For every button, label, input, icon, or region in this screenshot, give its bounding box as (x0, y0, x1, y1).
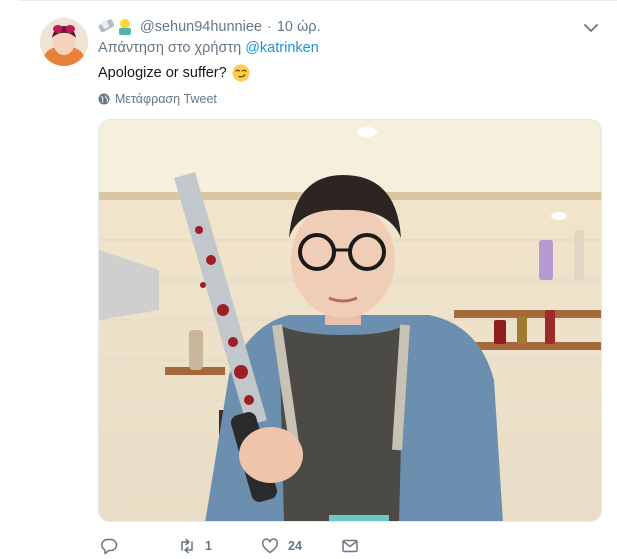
tweet-text: Apologize or suffer? (98, 64, 250, 82)
like-button[interactable]: 24 (261, 536, 302, 556)
translate-label: Μετάφραση Tweet (115, 92, 217, 106)
avatar[interactable] (40, 18, 88, 66)
like-count: 24 (288, 539, 302, 553)
user-handle[interactable]: @sehun94hunniee (140, 19, 262, 35)
tweet-body: Apologize or suffer? (98, 65, 227, 81)
reply-button[interactable] (100, 536, 118, 556)
like-icon (262, 538, 278, 554)
username-emoji-icon (98, 18, 136, 36)
reply-context: Απάντηση στο χρήστη @katrinken (98, 40, 319, 56)
smirk-emoji-icon (232, 64, 250, 82)
tweet-photo[interactable] (98, 119, 602, 522)
retweet-icon (181, 538, 193, 554)
caret-down-icon[interactable] (583, 21, 599, 35)
message-button[interactable] (341, 536, 359, 556)
reply-prefix: Απάντηση στο χρήστη (98, 40, 242, 56)
reply-mention-link[interactable]: @katrinken (245, 40, 319, 56)
tweet-actions: 1 24 (98, 536, 398, 556)
reply-icon (101, 538, 118, 555)
translate-tweet-link[interactable]: Μετάφραση Tweet (98, 92, 217, 106)
message-icon (342, 539, 358, 553)
retweet-count: 1 (205, 539, 212, 553)
globe-icon (98, 93, 110, 105)
separator-dot: · (266, 19, 272, 35)
divider (18, 0, 617, 1)
retweet-button[interactable]: 1 (178, 536, 212, 556)
tweet-timestamp[interactable]: 10 ώρ. (277, 19, 321, 35)
tweet-header: @sehun94hunniee · 10 ώρ. (98, 17, 321, 37)
